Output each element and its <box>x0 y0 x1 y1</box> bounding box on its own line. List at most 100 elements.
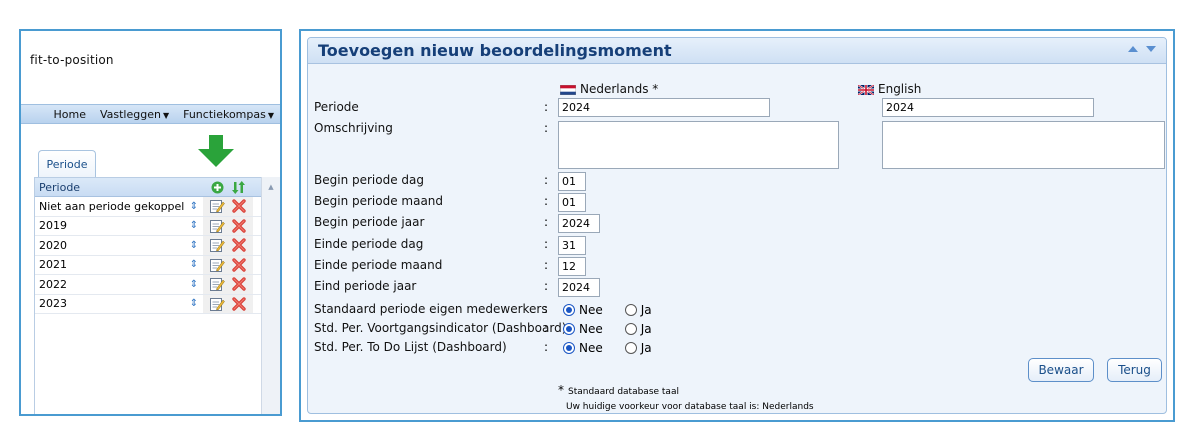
row-actions <box>203 294 253 313</box>
back-button[interactable]: Terug <box>1107 358 1162 382</box>
scroll-up-icon[interactable]: ▲ <box>262 177 280 191</box>
colon: : <box>544 100 549 114</box>
std-todo-radio-group: Nee Ja <box>563 341 652 355</box>
footnote-star: * <box>558 383 564 397</box>
sort-icon[interactable] <box>232 180 245 194</box>
add-icon[interactable] <box>211 181 224 194</box>
app-logo: fit-to-position <box>30 53 114 67</box>
label-einde-maand: Einde periode maand <box>314 258 443 272</box>
nav-vastleggen[interactable]: Vastleggen ▼ <box>100 108 169 121</box>
lang-nl-label: Nederlands * <box>580 82 659 96</box>
table-row[interactable]: 2022 ⇕ <box>35 275 272 295</box>
begin-jaar-input[interactable]: 2024 <box>558 214 600 233</box>
sort-handle-icon[interactable]: ⇕ <box>185 240 203 251</box>
row-actions <box>203 197 253 216</box>
form-box: Toevoegen nieuw beoordelingsmoment Neder… <box>307 37 1167 414</box>
nav-functiekompas-label: Functiekompas <box>183 107 266 121</box>
radio-ja[interactable] <box>624 323 637 335</box>
edit-icon[interactable] <box>209 218 225 234</box>
logo-area: fit-to-position <box>21 31 280 104</box>
einde-dag-input[interactable]: 31 <box>558 236 586 255</box>
delete-icon[interactable] <box>231 257 247 273</box>
radio-ja[interactable] <box>624 304 637 316</box>
omschrijving-nl-textarea[interactable] <box>558 121 839 169</box>
radio-ja-label: Ja <box>640 322 652 336</box>
radio-nee-selected[interactable] <box>563 304 575 316</box>
edit-icon[interactable] <box>209 237 225 253</box>
std-voortgang-radio-group: Nee Ja <box>563 322 652 336</box>
green-down-arrow-icon <box>198 135 234 167</box>
row-actions <box>203 216 253 235</box>
grid-header: Periode <box>35 178 272 197</box>
grid-rows: Niet aan periode gekoppeld ⇕ 2019 ⇕ 2020 ⇕ 202… <box>35 197 272 314</box>
title-arrows <box>1128 46 1156 52</box>
sort-handle-icon[interactable]: ⇕ <box>185 279 203 290</box>
label-std-voortgang: Std. Per. Voortgangsindicator (Dashboard… <box>314 321 567 335</box>
sort-handle-icon[interactable]: ⇕ <box>185 201 203 212</box>
collapse-down-icon[interactable] <box>1146 46 1156 52</box>
lang-en-label: English <box>878 82 922 96</box>
row-actions <box>203 275 253 294</box>
sort-handle-icon[interactable]: ⇕ <box>185 220 203 231</box>
label-periode: Periode <box>314 100 359 114</box>
edit-icon[interactable] <box>209 296 225 312</box>
radio-ja-label: Ja <box>640 303 652 317</box>
sort-handle-icon[interactable]: ⇕ <box>185 298 203 309</box>
colon: : <box>544 279 549 293</box>
delete-icon[interactable] <box>231 198 247 214</box>
edit-icon[interactable] <box>209 198 225 214</box>
table-row[interactable]: 2020 ⇕ <box>35 236 272 256</box>
grid-scrollbar[interactable]: ▲ <box>261 177 280 414</box>
nav-home[interactable]: Home <box>53 108 85 121</box>
form-panel: Toevoegen nieuw beoordelingsmoment Neder… <box>299 29 1175 422</box>
begin-maand-input[interactable]: 01 <box>558 193 586 212</box>
radio-ja[interactable] <box>624 342 637 354</box>
label-begin-maand: Begin periode maand <box>314 194 444 208</box>
edit-icon[interactable] <box>209 276 225 292</box>
delete-icon[interactable] <box>231 218 247 234</box>
tab-periode[interactable]: Periode <box>38 150 96 177</box>
row-label: 2020 <box>39 238 67 252</box>
radio-nee-selected[interactable] <box>563 323 575 335</box>
colon: : <box>544 321 549 335</box>
nav-home-label: Home <box>53 107 86 121</box>
save-button[interactable]: Bewaar <box>1028 358 1094 382</box>
sort-handle-icon[interactable]: ⇕ <box>185 259 203 270</box>
table-row[interactable]: 2021 ⇕ <box>35 255 272 275</box>
label-std-eigen: Standaard periode eigen medewerkers <box>314 302 548 316</box>
row-label: 2023 <box>39 297 67 311</box>
colon: : <box>544 340 549 354</box>
delete-icon[interactable] <box>231 276 247 292</box>
omschrijving-en-textarea[interactable] <box>882 121 1165 169</box>
uk-flag-icon <box>858 84 874 95</box>
caret-down-icon: ▼ <box>162 110 170 120</box>
begin-dag-input[interactable]: 01 <box>558 172 586 191</box>
collapse-up-icon[interactable] <box>1128 46 1138 52</box>
table-row[interactable]: Niet aan periode gekoppeld ⇕ <box>35 197 272 217</box>
row-label: Niet aan periode gekoppeld <box>39 199 185 213</box>
tab-periode-label: Periode <box>46 157 88 171</box>
radio-nee-label: Nee <box>579 341 603 355</box>
delete-icon[interactable] <box>231 237 247 253</box>
periode-nl-input[interactable]: 2024 <box>558 98 770 117</box>
label-einde-dag: Einde periode dag <box>314 237 424 251</box>
label-omschrijving: Omschrijving <box>314 121 393 135</box>
radio-ja-label: Ja <box>640 341 652 355</box>
nav-functiekompas[interactable]: Functiekompas ▼ <box>183 108 274 121</box>
grid-header-actions <box>203 180 253 194</box>
form-title: Toevoegen nieuw beoordelingsmoment <box>318 41 672 60</box>
einde-maand-input[interactable]: 12 <box>558 257 586 276</box>
table-row[interactable]: 2019 ⇕ <box>35 216 272 236</box>
grid-header-label: Periode <box>39 180 81 194</box>
radio-nee-selected[interactable] <box>563 342 575 354</box>
eind-jaar-input[interactable]: 2024 <box>558 278 600 297</box>
main-nav: Home Vastleggen ▼ Functiekompas ▼ <box>21 104 280 124</box>
table-row[interactable]: 2023 ⇕ <box>35 294 272 314</box>
delete-icon[interactable] <box>231 296 247 312</box>
radio-nee-label: Nee <box>579 303 603 317</box>
edit-icon[interactable] <box>209 257 225 273</box>
periode-en-input[interactable]: 2024 <box>882 98 1094 117</box>
colon: : <box>544 173 549 187</box>
radio-nee-label: Nee <box>579 322 603 336</box>
label-eind-jaar: Eind periode jaar <box>314 279 417 293</box>
